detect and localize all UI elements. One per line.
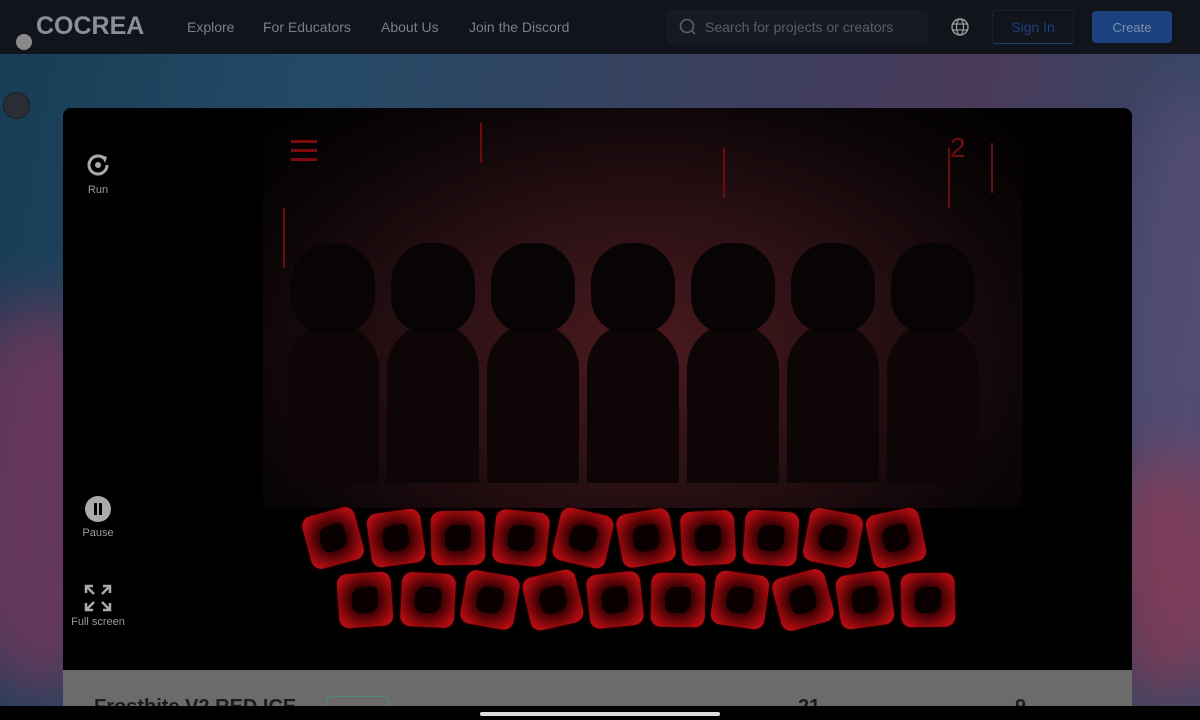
- item-tile[interactable]: [801, 506, 865, 570]
- character-silhouette[interactable]: [785, 243, 881, 483]
- item-tile[interactable]: [863, 505, 928, 571]
- fullscreen-label: Full screen: [71, 616, 125, 628]
- item-tile[interactable]: [834, 569, 896, 631]
- character-silhouette[interactable]: [385, 243, 481, 483]
- item-tile[interactable]: [550, 505, 616, 571]
- restart-icon: [87, 154, 109, 176]
- sign-in-button[interactable]: Sign In: [992, 10, 1074, 44]
- home-indicator-bar: [0, 706, 1200, 720]
- game-menu-icon[interactable]: [291, 140, 317, 167]
- item-tile[interactable]: [336, 571, 394, 629]
- item-tile[interactable]: [458, 568, 522, 632]
- item-tile[interactable]: [585, 570, 645, 630]
- game-player[interactable]: 2 Run Pause Full screen: [63, 108, 1132, 670]
- search-box[interactable]: [667, 10, 928, 44]
- character-silhouette[interactable]: [885, 243, 981, 483]
- pause-button[interactable]: Pause: [63, 495, 133, 539]
- nav-for-educators[interactable]: For Educators: [263, 19, 351, 35]
- nav-explore[interactable]: Explore: [187, 19, 234, 35]
- character-silhouette[interactable]: [585, 243, 681, 483]
- item-tile[interactable]: [900, 572, 955, 628]
- logo[interactable]: COCREA: [36, 12, 144, 41]
- globe-icon[interactable]: [950, 17, 970, 37]
- character-silhouette[interactable]: [285, 243, 381, 483]
- search-input[interactable]: [705, 19, 925, 35]
- fullscreen-button[interactable]: Full screen: [63, 584, 133, 628]
- item-tile[interactable]: [769, 566, 836, 634]
- item-tile[interactable]: [399, 571, 456, 629]
- run-label: Run: [87, 184, 109, 196]
- run-button[interactable]: Run: [63, 150, 133, 196]
- item-tile[interactable]: [490, 508, 551, 568]
- item-tile[interactable]: [365, 507, 426, 569]
- avatar[interactable]: [3, 92, 30, 119]
- pause-icon: [85, 496, 111, 522]
- character-silhouette[interactable]: [685, 243, 781, 483]
- character-silhouette[interactable]: [485, 243, 581, 483]
- item-tile[interactable]: [614, 506, 677, 570]
- item-tile[interactable]: [430, 510, 486, 566]
- game-counter: 2: [950, 132, 966, 163]
- search-icon: [679, 18, 696, 35]
- create-button[interactable]: Create: [1092, 11, 1172, 43]
- fullscreen-icon: [84, 584, 112, 612]
- home-indicator[interactable]: [480, 712, 720, 716]
- item-tile[interactable]: [299, 504, 367, 572]
- nav-about-us[interactable]: About Us: [381, 19, 439, 35]
- item-tile[interactable]: [709, 569, 771, 631]
- status-dot: [16, 34, 32, 50]
- top-nav: COCREA Explore For Educators About Us Jo…: [0, 0, 1200, 54]
- item-tile[interactable]: [520, 567, 585, 633]
- item-tile[interactable]: [650, 572, 705, 628]
- nav-join-discord[interactable]: Join the Discord: [469, 19, 569, 35]
- item-tile[interactable]: [741, 509, 800, 567]
- pause-label: Pause: [82, 527, 114, 539]
- item-tile[interactable]: [679, 509, 737, 567]
